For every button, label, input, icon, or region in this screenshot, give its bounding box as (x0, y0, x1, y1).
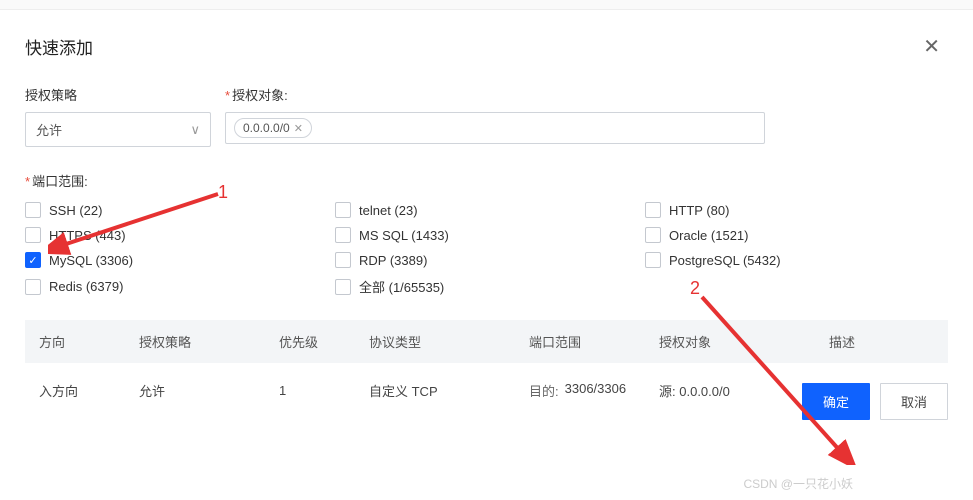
checkbox-label: HTTP (80) (669, 203, 729, 218)
checkbox-icon (645, 227, 661, 243)
modal-title: 快速添加 (25, 34, 93, 59)
th-direction: 方向 (39, 332, 139, 351)
port-checkbox[interactable]: RDP (3389) (335, 252, 645, 268)
port-checkbox[interactable]: Redis (6379) (25, 277, 335, 296)
checkbox-label: telnet (23) (359, 203, 418, 218)
th-policy: 授权策略 (139, 332, 279, 351)
policy-select[interactable]: 允许 ∨ (25, 112, 211, 147)
port-checkbox[interactable]: PostgreSQL (5432) (645, 252, 955, 268)
watermark: CSDN @一只花小妖 (743, 475, 853, 492)
checkbox-label: Oracle (1521) (669, 228, 748, 243)
checkbox-icon (335, 227, 351, 243)
td-protocol: 自定义 TCP (369, 381, 529, 400)
port-checkbox[interactable]: MS SQL (1433) (335, 227, 645, 243)
port-checkbox[interactable]: telnet (23) (335, 202, 645, 218)
target-input[interactable]: 0.0.0.0/0 ✕ (225, 112, 765, 144)
checkbox-label: 全部 (1/65535) (359, 277, 444, 296)
quick-add-modal: 快速添加 ✕ 授权策略 允许 ∨ *授权对象: 0.0.0.0/0 ✕ *端口范… (0, 10, 973, 438)
th-protocol: 协议类型 (369, 332, 529, 351)
checkbox-icon (645, 202, 661, 218)
checkbox-label: MySQL (3306) (49, 253, 133, 268)
confirm-button[interactable]: 确定 (802, 383, 870, 420)
checkbox-label: RDP (3389) (359, 253, 427, 268)
th-priority: 优先级 (279, 332, 369, 351)
chevron-down-icon: ∨ (190, 122, 200, 138)
port-checkbox[interactable]: HTTPS (443) (25, 227, 335, 243)
port-checkbox[interactable]: ✓ MySQL (3306) (25, 252, 335, 268)
th-desc: 描述 (829, 332, 929, 351)
checkbox-icon (335, 279, 351, 295)
port-checkbox[interactable]: 全部 (1/65535) (335, 277, 645, 296)
port-checkbox[interactable]: HTTP (80) (645, 202, 955, 218)
policy-label: 授权策略 (25, 85, 211, 104)
target-label: *授权对象: (225, 85, 765, 104)
checkbox-icon (25, 227, 41, 243)
checkbox-label: SSH (22) (49, 203, 102, 218)
checkbox-label: MS SQL (1433) (359, 228, 449, 243)
port-checkbox[interactable]: Oracle (1521) (645, 227, 955, 243)
checkbox-label: Redis (6379) (49, 279, 123, 294)
table-header: 方向 授权策略 优先级 协议类型 端口范围 授权对象 描述 (25, 320, 948, 363)
checkbox-icon (25, 202, 41, 218)
policy-value: 允许 (36, 120, 62, 139)
checkmark-icon: ✓ (28, 254, 37, 267)
checkbox-icon (25, 279, 41, 295)
td-policy: 允许 (139, 381, 279, 400)
th-target: 授权对象 (659, 332, 829, 351)
ip-tag[interactable]: 0.0.0.0/0 ✕ (234, 118, 312, 138)
close-button[interactable]: ✕ (915, 30, 948, 63)
remove-tag-icon[interactable]: ✕ (294, 122, 303, 135)
checkbox-label: HTTPS (443) (49, 228, 126, 243)
checkbox-icon (335, 252, 351, 268)
checkbox-icon (335, 202, 351, 218)
port-checkbox-grid: SSH (22) telnet (23) HTTP (80) HTTPS (443) M… (25, 202, 948, 296)
th-port-range: 端口范围 (529, 332, 659, 351)
checkbox-label: PostgreSQL (5432) (669, 253, 781, 268)
td-direction: 入方向 (39, 381, 139, 400)
cancel-button[interactable]: 取消 (880, 383, 948, 420)
checkbox-icon (645, 252, 661, 268)
port-checkbox[interactable]: SSH (22) (25, 202, 335, 218)
td-port: 目的: 3306/3306 (529, 381, 659, 400)
port-range-label: *端口范围: (25, 171, 948, 190)
checkbox-icon: ✓ (25, 252, 41, 268)
td-priority: 1 (279, 383, 369, 398)
